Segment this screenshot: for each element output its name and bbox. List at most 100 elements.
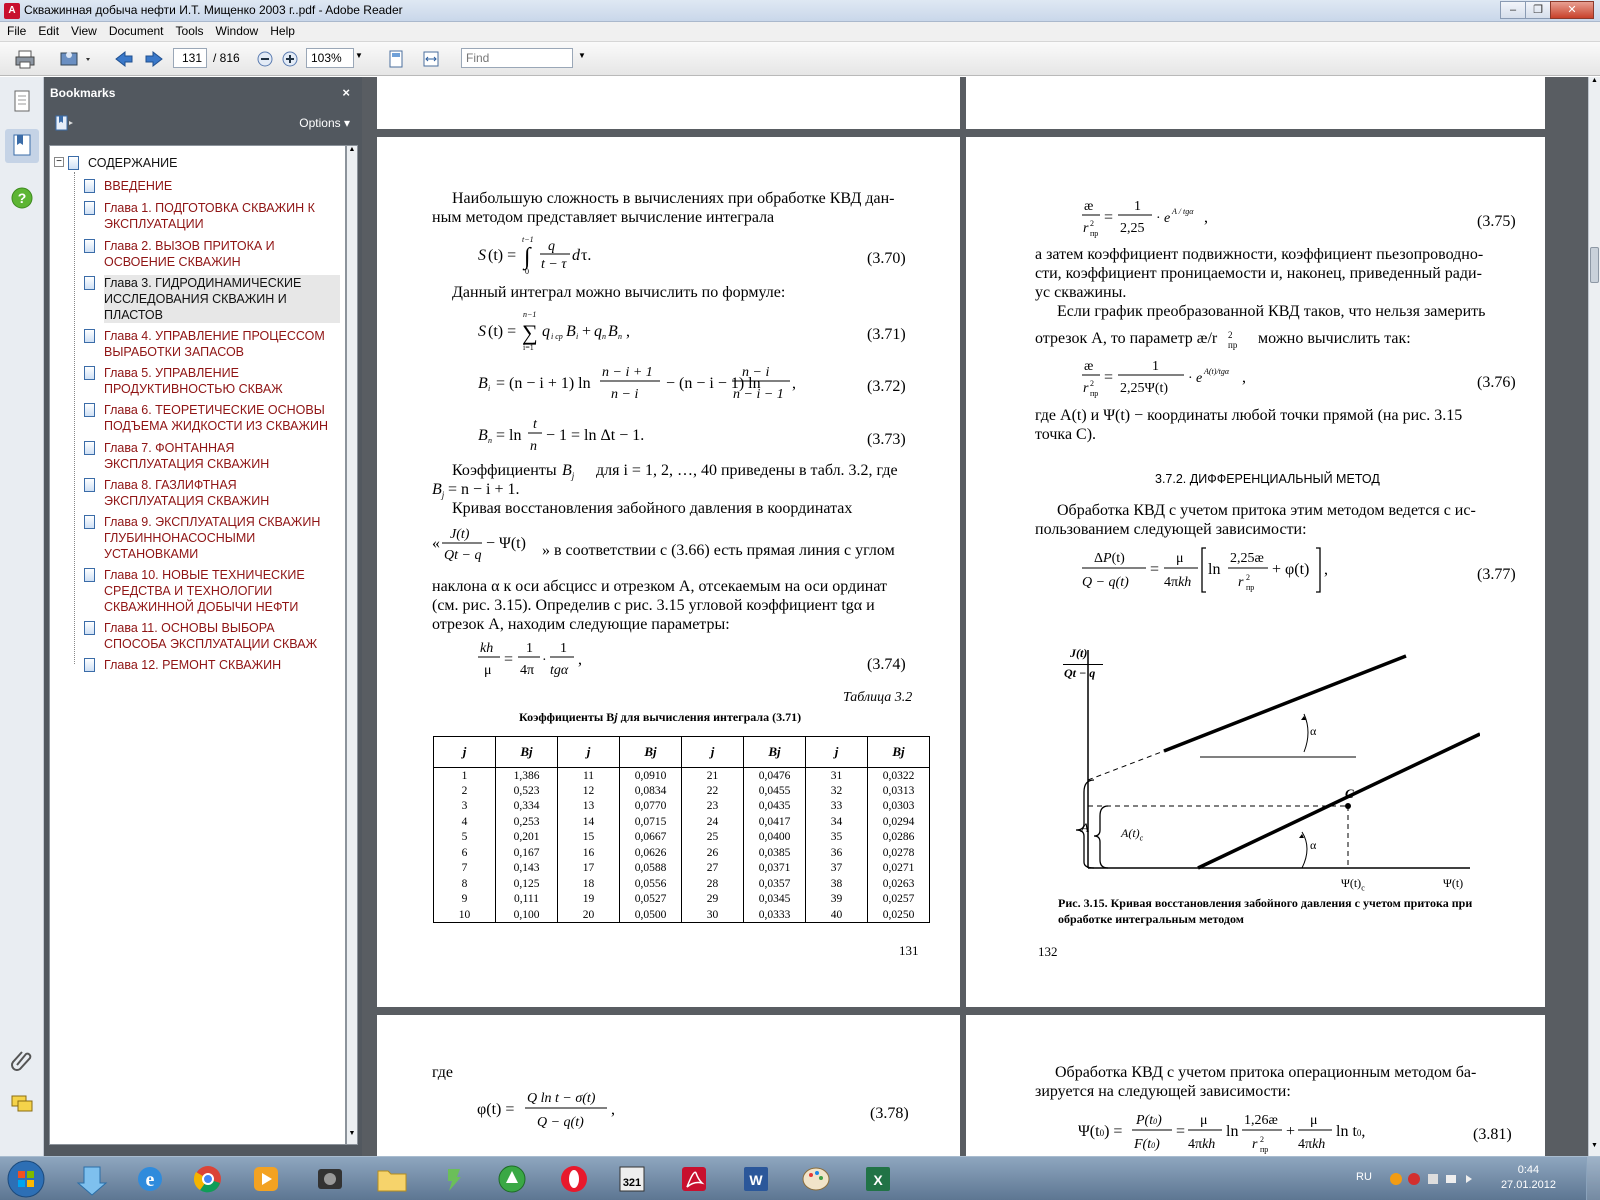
bookmark-item[interactable]: Глава 7. ФОНТАННАЯ ЭКСПЛУАТАЦИЯ СКВАЖИН <box>104 440 334 472</box>
opera-icon[interactable] <box>548 1161 600 1197</box>
menu-help[interactable]: Help <box>263 22 300 38</box>
table-cell: 0,0345 <box>743 891 806 907</box>
bookmark-add-icon[interactable] <box>54 115 76 131</box>
svg-text:пр: пр <box>1260 1145 1268 1154</box>
table-cell: 0,0770 <box>619 798 682 814</box>
point-c <box>1345 803 1351 809</box>
paragraph: ным методом представляет вычисление инте… <box>432 209 775 226</box>
excel-icon[interactable]: X <box>852 1161 904 1197</box>
media-player-classic-icon[interactable]: 321 <box>606 1161 658 1197</box>
zoom-in-icon[interactable] <box>281 49 299 69</box>
show-desktop-button[interactable] <box>1586 1157 1600 1200</box>
bookmarks-icon[interactable] <box>5 129 39 163</box>
zoom-out-icon[interactable] <box>256 49 274 69</box>
language-indicator[interactable]: RU <box>1356 1171 1372 1183</box>
bookmarks-options-menu[interactable]: Options ▾ <box>299 116 350 130</box>
paragraph: Кривая восстановления забойного давления… <box>452 500 853 517</box>
bookmarks-scrollbar[interactable]: ▲ ▼ <box>346 145 358 1145</box>
formula-3-76: æ r 2 пр = 1 2,25Ψ(t) · e A(t)/tgα , <box>1082 359 1246 398</box>
bookmark-item[interactable]: Глава 4. УПРАВЛЕНИЕ ПРОЦЕССОМ ВЫРАБОТКИ … <box>104 328 334 360</box>
bookmark-item[interactable]: Глава 2. ВЫЗОВ ПРИТОКА И ОСВОЕНИЕ СКВАЖИ… <box>104 238 334 270</box>
clock-time: 0:44 <box>1517 1164 1540 1176</box>
page-133 <box>377 1015 960 1156</box>
table-cell: 0,0588 <box>619 860 682 876</box>
bookmark-item[interactable]: Глава 12. РЕМОНТ СКВАЖИН <box>104 657 334 673</box>
scroll-down-icon[interactable]: ▼ <box>347 1130 357 1144</box>
fit-page-icon[interactable] <box>385 49 407 69</box>
start-button-icon[interactable] <box>4 1159 48 1199</box>
fit-width-icon[interactable] <box>420 49 442 69</box>
svg-text:r: r <box>1083 221 1089 236</box>
zoom-select[interactable]: 103% <box>306 48 354 68</box>
close-panel-icon[interactable]: × <box>342 85 350 100</box>
menu-file[interactable]: File <box>0 22 31 38</box>
svg-text:+: + <box>582 323 591 340</box>
table-cell: 35 <box>805 829 868 845</box>
bookmark-item[interactable]: Глава 3. ГИДРОДИНАМИЧЕСКИЕ ИССЛЕДОВАНИЯ … <box>104 275 340 323</box>
media-player-icon[interactable] <box>240 1161 292 1197</box>
help-icon[interactable]: ? <box>5 181 39 215</box>
bookmark-item[interactable]: Глава 11. ОСНОВЫ ВЫБОРА СПОСОБА ЭКСПЛУАТ… <box>104 620 334 652</box>
svg-text:= ln: = ln <box>496 427 521 444</box>
menu-view[interactable]: View <box>64 22 102 38</box>
clock[interactable]: 0:44 27.01.2012 <box>1501 1163 1556 1193</box>
bookmark-item[interactable]: Глава 10. НОВЫЕ ТЕХНИЧЕСКИЕ СРЕДСТВА И Т… <box>104 567 334 615</box>
attachments-icon[interactable] <box>5 1043 39 1077</box>
table-row: 10 0,100 20 0,0500 30 0,0333 40 0,0250 <box>433 907 930 923</box>
page-number-input[interactable]: 131 <box>173 48 207 68</box>
bookmark-icon <box>84 276 95 290</box>
table-cell: 17 <box>557 860 620 876</box>
file-explorer-icon[interactable] <box>366 1161 418 1197</box>
scroll-down-icon[interactable]: ▼ <box>1589 1142 1600 1156</box>
system-tray-icons[interactable] <box>1388 1171 1484 1187</box>
find-dropdown-icon[interactable]: ▼ <box>578 51 586 73</box>
svg-text:,: , <box>1242 369 1246 386</box>
svg-text:·: · <box>1188 371 1193 386</box>
paint-icon[interactable] <box>790 1161 842 1197</box>
adobe-reader-icon[interactable] <box>668 1161 720 1197</box>
collapse-toggle-icon[interactable]: − <box>54 157 64 167</box>
media-device-icon[interactable] <box>304 1161 356 1197</box>
find-input[interactable]: Find <box>461 48 573 68</box>
table-cell: 0,0500 <box>619 907 682 923</box>
restore-button[interactable]: ❐ <box>1525 1 1551 19</box>
menu-window[interactable]: Window <box>209 22 264 38</box>
scroll-up-icon[interactable]: ▲ <box>347 146 357 160</box>
menu-document[interactable]: Document <box>102 22 169 38</box>
downloads-app-icon[interactable] <box>66 1161 118 1197</box>
word-icon[interactable]: W <box>730 1161 782 1197</box>
formula-3-74: kh μ = 1 4π · 1 tgα , <box>478 641 582 678</box>
pages-icon[interactable] <box>5 85 39 119</box>
close-button[interactable]: ✕ <box>1550 1 1594 19</box>
internet-explorer-icon[interactable]: e <box>124 1161 176 1197</box>
bookmark-item[interactable]: Глава 8. ГАЗЛИФТНАЯ ЭКСПЛУАТАЦИЯ СКВАЖИН <box>104 477 334 509</box>
formula-3-77: ΔP(t) Q − q(t) = μ 4πkh ln 2,25æ r 2 пр … <box>1082 547 1328 593</box>
bookmark-item[interactable]: Глава 1. ПОДГОТОВКА СКВАЖИН К ЭКСПЛУАТАЦ… <box>104 200 334 232</box>
scroll-up-icon[interactable]: ▲ <box>1589 77 1600 91</box>
svg-text:2,25: 2,25 <box>1120 221 1145 236</box>
green-app-icon[interactable] <box>486 1161 538 1197</box>
bookmark-item[interactable]: Глава 6. ТЕОРЕТИЧЕСКИЕ ОСНОВЫ ПОДЪЕМА ЖИ… <box>104 402 334 434</box>
next-page-icon[interactable] <box>143 49 165 69</box>
bookmark-item[interactable]: Глава 9. ЭКСПЛУАТАЦИЯ СКВАЖИН ГЛУБИННОНА… <box>104 514 334 562</box>
menu-tools[interactable]: Tools <box>169 22 209 38</box>
comments-icon[interactable] <box>5 1087 39 1121</box>
window-title: Скважинная добыча нефти И.Т. Мищенко 200… <box>24 3 403 17</box>
previous-page-icon[interactable] <box>113 49 135 69</box>
bookmark-item[interactable]: СОДЕРЖАНИЕ <box>88 155 328 171</box>
zoom-dropdown-icon[interactable]: ▼ <box>355 51 363 73</box>
chrome-icon[interactable] <box>182 1161 234 1197</box>
figure-alpha-upper: α <box>1310 724 1317 738</box>
minimize-button[interactable]: – <box>1500 1 1526 19</box>
menu-bar: File Edit View Document Tools Window Help <box>0 22 1600 42</box>
document-scrollbar[interactable]: ▲ ▼ <box>1588 77 1600 1156</box>
utility-app-icon[interactable] <box>428 1161 480 1197</box>
symbol-bj: Bj <box>562 462 575 482</box>
menu-edit[interactable]: Edit <box>31 22 64 38</box>
bookmark-item[interactable]: Глава 5. УПРАВЛЕНИЕ ПРОДУКТИВНОСТЬЮ СКВА… <box>104 365 334 397</box>
collaborate-icon[interactable] <box>58 49 94 69</box>
bookmark-item[interactable]: ВВЕДЕНИЕ <box>104 178 334 194</box>
scroll-thumb[interactable] <box>1590 247 1599 283</box>
print-icon[interactable] <box>14 49 36 69</box>
svg-text:пр: пр <box>1246 583 1254 592</box>
